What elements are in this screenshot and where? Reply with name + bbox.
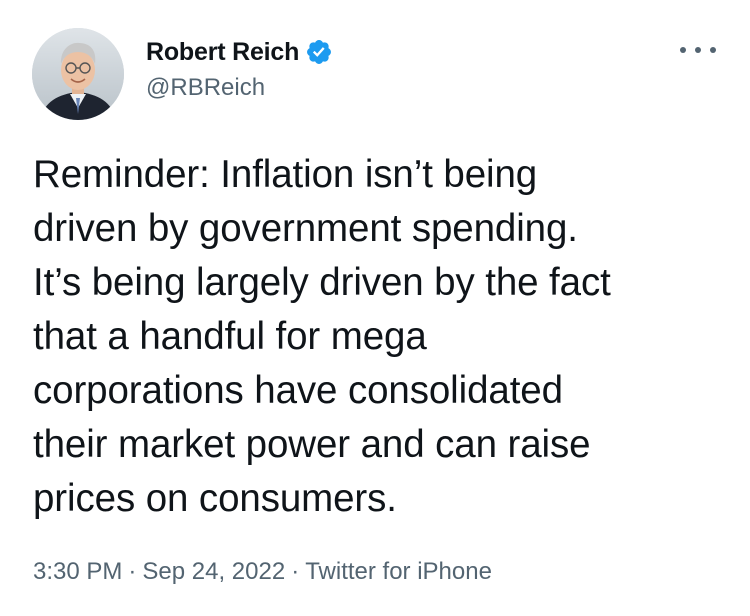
tweet-date[interactable]: Sep 24, 2022 — [142, 558, 285, 585]
tweet-source[interactable]: Twitter for iPhone — [305, 558, 492, 585]
verified-badge-icon[interactable] — [305, 38, 333, 66]
tweet-text-line: their market power and can raise — [33, 423, 591, 466]
more-dot — [695, 47, 701, 53]
more-dot — [710, 47, 716, 53]
display-name[interactable]: Robert Reich — [146, 38, 299, 67]
author-block: Robert Reich @RBReich — [146, 34, 333, 102]
tweet-text-line: that a handful for mega — [33, 315, 427, 358]
more-options-icon[interactable] — [680, 40, 716, 60]
tweet-text-line: corporations have consolidated — [33, 369, 563, 412]
tweet-meta: 3:30 PM · Sep 24, 2022 · Twitter for iPhone — [33, 558, 492, 586]
tweet-text: Reminder: Inflation isn’t being driven b… — [33, 148, 723, 526]
avatar[interactable] — [32, 28, 124, 120]
name-row: Robert Reich — [146, 34, 333, 70]
handle[interactable]: @RBReich — [146, 74, 333, 102]
tweet-text-line: It’s being largely driven by the fact — [33, 261, 611, 304]
meta-separator: · — [291, 558, 300, 585]
meta-separator: · — [128, 558, 137, 585]
tweet-card: Robert Reich @RBReich Reminder: Inflatio… — [0, 0, 750, 616]
more-dot — [680, 47, 686, 53]
tweet-text-line: prices on consumers. — [33, 477, 397, 520]
tweet-text-line: driven by government spending. — [33, 207, 578, 250]
tweet-time[interactable]: 3:30 PM — [33, 558, 122, 585]
tweet-text-line: Reminder: Inflation isn’t being — [33, 153, 538, 196]
